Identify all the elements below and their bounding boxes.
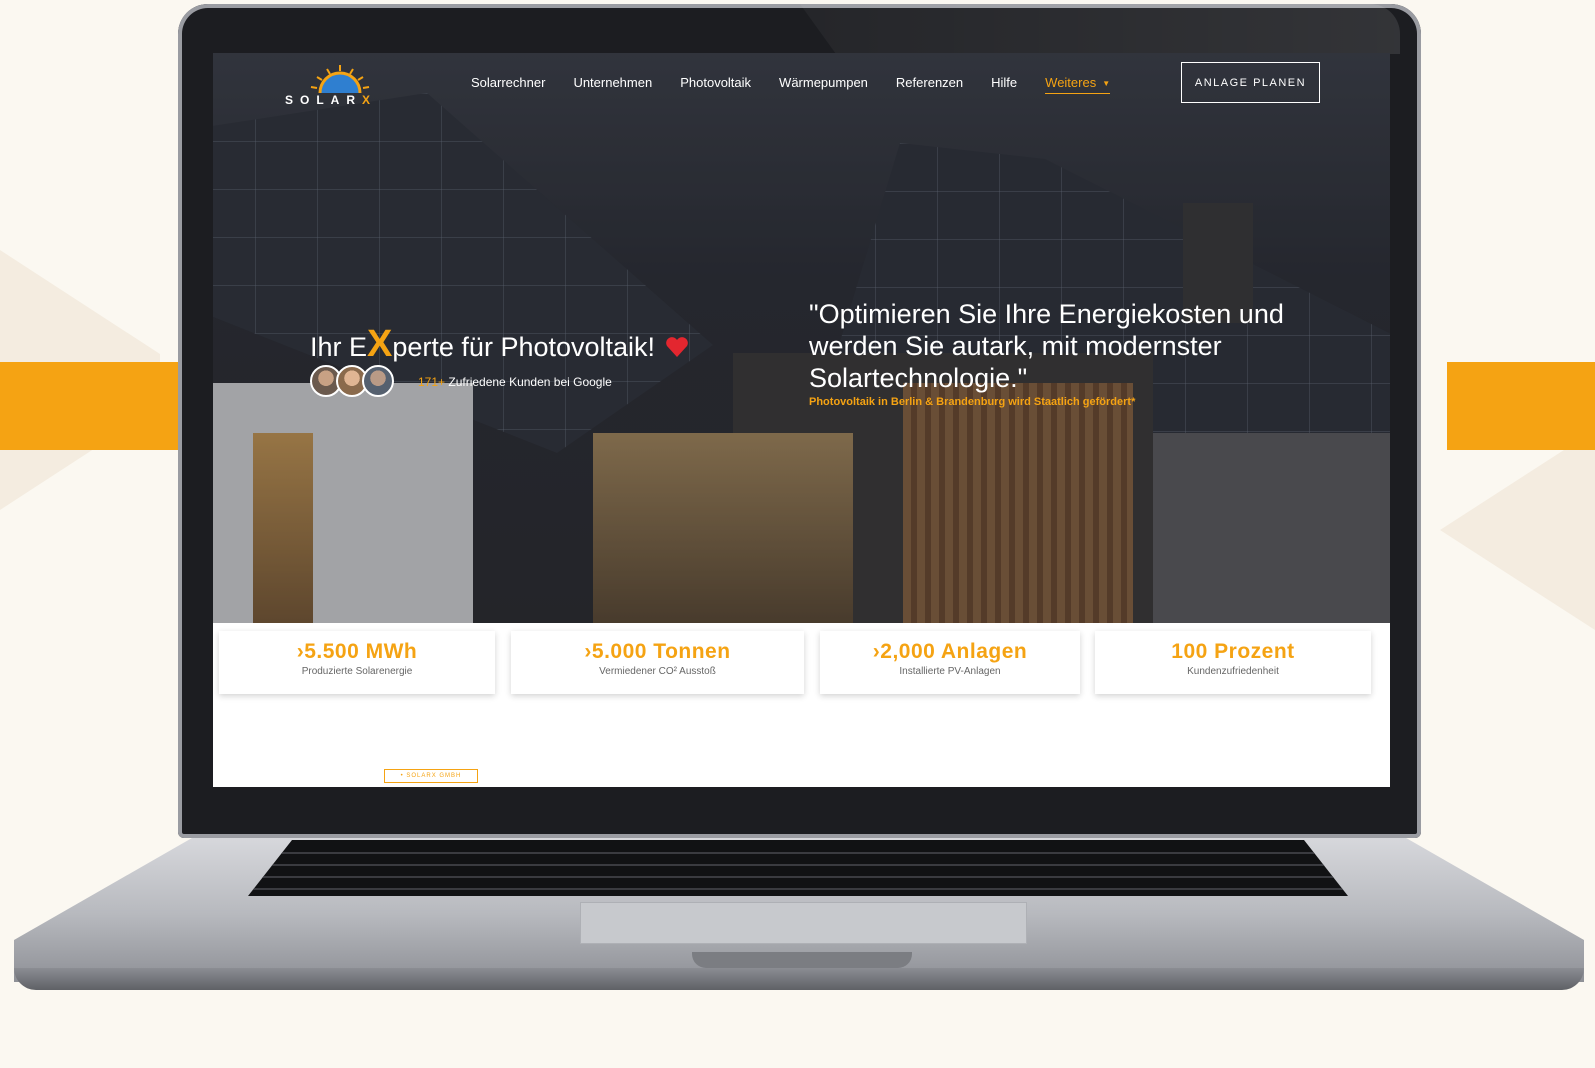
sun-icon <box>310 65 370 94</box>
screen: SOLARX Solarrechner Unternehmen Photovol… <box>213 53 1390 787</box>
stat-value: ›5.500 MWh <box>296 640 418 663</box>
hero-quote: "Optimieren Sie Ihre Energiekosten und w… <box>809 299 1284 393</box>
stat-card: 100 Prozent Kundenzufriedenheit <box>1095 631 1371 694</box>
solarx-logo[interactable]: SOLARX <box>285 63 395 109</box>
nav-hilfe[interactable]: Hilfe <box>991 75 1017 94</box>
stats-row: ›5.500 MWh Produzierte Solarenergie ›5.0… <box>213 631 1390 695</box>
headline-x: X <box>367 323 393 365</box>
hero-left: Ihr E Xperte für Photovoltaik! 171+ Zufri… <box>310 323 689 397</box>
stat-card: ›5.000 Tonnen Vermiedener CO² Ausstoß <box>511 631 804 694</box>
orange-band-left <box>0 362 180 450</box>
subsidy-note: Photovoltaik in Berlin & Brandenburg wir… <box>809 396 1136 408</box>
lid-reflection <box>800 4 1400 54</box>
stat-card: ›5.500 MWh Produzierte Solarenergie <box>219 631 495 694</box>
stat-label: Kundenzufriedenheit <box>1187 666 1279 677</box>
google-reviews[interactable]: 171+ Zufriedene Kunden bei Google <box>418 375 612 389</box>
reviews-count: 171+ <box>418 375 446 389</box>
stat-card: ›2,000 Anlagen Installierte PV-Anlagen <box>820 631 1080 694</box>
logo-wordmark: SOLARX <box>285 93 378 107</box>
laptop-notch <box>692 952 912 968</box>
stat-label: Vermiedener CO² Ausstoß <box>599 666 716 677</box>
heart-icon <box>666 337 688 357</box>
nav-referenzen[interactable]: Referenzen <box>896 75 963 94</box>
reviews-text: Zufriedene Kunden bei Google <box>445 375 612 389</box>
hero-headline: Ihr E Xperte für Photovoltaik! <box>310 323 689 366</box>
caret-down-icon: ▼ <box>1102 79 1111 89</box>
plan-system-button[interactable]: ANLAGE PLANEN <box>1181 62 1320 103</box>
nav-unternehmen[interactable]: Unternehmen <box>573 75 652 94</box>
background-ray <box>1440 430 1595 630</box>
stat-value: 100 Prozent <box>1171 640 1295 663</box>
stat-label: Installierte PV-Anlagen <box>899 666 1001 677</box>
hero-right: "Optimieren Sie Ihre Energiekosten und w… <box>809 298 1309 408</box>
nav-weiteres-label: Weiteres <box>1045 75 1097 90</box>
nav-waermepumpen[interactable]: Wärmepumpen <box>779 75 868 94</box>
headline-pre: Ihr E <box>310 332 368 362</box>
stat-value: ›2,000 Anlagen <box>872 640 1028 663</box>
company-badge: • SOLARX GMBH <box>384 769 478 783</box>
headline-post: perte für Photovoltaik! <box>392 332 656 362</box>
avatar <box>362 365 394 397</box>
trackpad <box>580 902 1027 944</box>
orange-band-right <box>1447 362 1595 450</box>
keyboard <box>248 840 1348 896</box>
hero-section: SOLARX Solarrechner Unternehmen Photovol… <box>213 53 1390 623</box>
customer-avatars <box>310 365 394 397</box>
nav-solarrechner[interactable]: Solarrechner <box>471 75 545 94</box>
nav-photovoltaik[interactable]: Photovoltaik <box>680 75 751 94</box>
main-navigation: Solarrechner Unternehmen Photovoltaik Wä… <box>471 75 1138 94</box>
stat-label: Produzierte Solarenergie <box>301 666 413 677</box>
stat-value: ›5.000 Tonnen <box>584 640 731 663</box>
nav-weiteres[interactable]: Weiteres ▼ <box>1045 75 1111 94</box>
laptop-edge <box>14 968 1584 990</box>
